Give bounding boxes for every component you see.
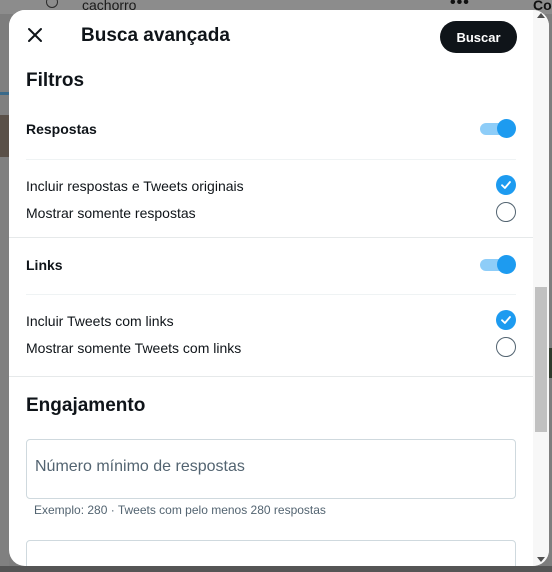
section-divider xyxy=(9,237,533,238)
links-option-include-label: Incluir Tweets com links xyxy=(26,313,174,329)
scroll-down-arrow-icon[interactable] xyxy=(537,557,545,562)
filters-heading: Filtros xyxy=(26,70,85,91)
links-option-include-radio[interactable] xyxy=(496,310,516,330)
close-button[interactable] xyxy=(23,23,47,47)
section-divider xyxy=(9,376,533,377)
close-icon xyxy=(28,28,42,42)
links-option-only-radio[interactable] xyxy=(496,337,516,357)
scrollbar-thumb[interactable] xyxy=(535,287,547,432)
search-icon xyxy=(46,0,58,8)
check-icon xyxy=(501,181,511,189)
replies-option-include-label: Incluir respostas e Tweets originais xyxy=(26,178,244,194)
replies-option-include-radio[interactable] xyxy=(496,175,516,195)
replies-option-only-radio[interactable] xyxy=(496,202,516,222)
dialog-title: Busca avançada xyxy=(81,25,230,46)
replies-label: Respostas xyxy=(26,121,97,137)
links-label: Links xyxy=(26,257,63,273)
min-replies-input[interactable] xyxy=(35,458,505,476)
replies-option-only-label: Mostrar somente respostas xyxy=(26,205,196,221)
min-replies-field[interactable] xyxy=(26,439,516,499)
advanced-search-dialog: Busca avançada Buscar Filtros Respostas … xyxy=(9,10,549,566)
divider xyxy=(26,294,516,295)
check-icon xyxy=(501,316,511,324)
links-option-only-label: Mostrar somente Tweets com links xyxy=(26,340,242,356)
replies-toggle[interactable] xyxy=(480,118,516,138)
links-toggle[interactable] xyxy=(480,254,516,274)
divider xyxy=(26,159,516,160)
background-avatar xyxy=(0,115,9,157)
scrollbar[interactable] xyxy=(533,10,549,566)
background-media-strip xyxy=(0,566,552,572)
background-tab-indicator xyxy=(0,92,9,95)
search-button[interactable]: Buscar xyxy=(440,21,517,53)
dialog-header: Busca avançada Buscar xyxy=(9,10,533,63)
engagement-heading: Engajamento xyxy=(26,395,146,416)
min-replies-hint: Exemplo: 280 · Tweets com pelo menos 280… xyxy=(34,503,326,517)
scroll-up-arrow-icon[interactable] xyxy=(537,13,545,18)
replies-toggle-knob xyxy=(497,119,516,138)
links-toggle-knob xyxy=(497,255,516,274)
next-engagement-field[interactable] xyxy=(26,540,516,566)
